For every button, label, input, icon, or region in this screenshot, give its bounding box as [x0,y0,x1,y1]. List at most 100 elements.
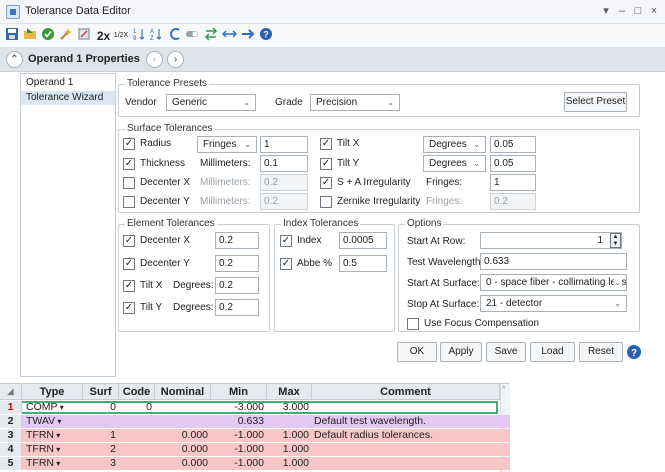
previous-operand-icon[interactable]: ‹ [146,51,163,68]
cell-nominal[interactable]: 0.000 [155,443,211,456]
cell-max[interactable] [267,415,312,428]
cell-nominal[interactable] [155,415,211,428]
table-row[interactable]: 4 TFRN ▾ 2 0.000 -1.000 1.000 [0,443,510,456]
tilt-x-unit-dropdown[interactable]: Degrees ⌄ [423,136,486,153]
cell-type[interactable]: TWAV ▾ [22,415,83,428]
element-decenter-y-checkbox[interactable]: ✓ [123,258,135,270]
ok-button[interactable]: OK [397,342,437,362]
select-preset-button[interactable]: Select Preset [564,92,627,112]
cell-type[interactable]: TFRN ▾ [22,429,83,442]
cell-min[interactable]: -1.000 [211,457,267,470]
cell-nominal[interactable]: 0.000 [155,457,211,470]
element-tilt-y-checkbox[interactable]: ✓ [123,302,135,314]
abbe-value-input[interactable]: 0.5 [339,255,387,272]
stop-at-surface-dropdown[interactable]: 21 - detector ⌄ [480,295,627,312]
table-row[interactable]: 2 TWAV ▾ 0.633 Default test wavelength. [0,415,510,428]
load-icon[interactable] [23,27,37,45]
cell-surf[interactable]: 2 [83,443,119,456]
next-operand-icon[interactable]: › [167,51,184,68]
wizard-icon[interactable] [59,27,73,45]
swap-icon[interactable] [204,27,218,45]
sa-irregularity-value-input[interactable]: 1 [490,174,536,191]
type-dropdown-icon[interactable]: ▾ [58,403,64,412]
sa-irregularity-checkbox[interactable]: ✓ [320,177,332,189]
help-icon[interactable]: ? [626,344,642,360]
cell-code[interactable]: 0 [119,401,155,414]
cell-type[interactable]: TFRN ▾ [22,457,83,470]
type-dropdown-icon[interactable]: ▾ [54,445,60,454]
radius-checkbox[interactable]: ✓ [123,138,135,150]
menu-dropdown-icon[interactable]: ▾ [598,3,614,19]
tilt-y-unit-dropdown[interactable]: Degrees ⌄ [423,155,486,172]
start-at-surface-dropdown[interactable]: 0 - space fiber - collimating lens ⌄ [480,274,627,291]
apply-button[interactable]: Apply [440,342,482,362]
type-dropdown-icon[interactable]: ▾ [54,459,60,468]
cell-max[interactable]: 1.000 [267,443,312,456]
decenter-y-value-input[interactable]: 0.2 [260,193,308,210]
undo-icon[interactable] [168,27,182,45]
cell-code[interactable] [119,415,155,428]
radius-value-input[interactable]: 1 [260,136,308,153]
element-tilt-y-input[interactable]: 0.2 [215,299,259,316]
type-dropdown-icon[interactable]: ▾ [55,417,61,426]
table-row[interactable]: 5 TFRN ▾ 3 0.000 -1.000 1.000 [0,457,510,470]
decenter-x-checkbox[interactable] [123,177,135,189]
index-value-input[interactable]: 0.0005 [339,232,387,249]
cell-surf[interactable]: 0 [83,401,119,414]
cell-comment[interactable]: Default test wavelength. [312,415,500,428]
sort-ascending-icon[interactable]: 19 [133,27,147,45]
cell-type[interactable]: TFRN ▾ [22,443,83,456]
cell-code[interactable] [119,457,155,470]
cell-code[interactable] [119,443,155,456]
row-number[interactable]: 1 [0,401,22,414]
table-row[interactable]: 1 COMP ▾ 0 0 -3.000 3.000 [0,401,498,414]
row-number[interactable]: 5 [0,457,22,470]
collapse-icon[interactable]: ⌃ [6,51,23,68]
tilt-y-value-input[interactable]: 0.05 [490,155,536,172]
row-spinner-icon[interactable]: ▲ ▼ [610,233,621,248]
element-tilt-x-input[interactable]: 0.2 [215,277,259,294]
load-button[interactable]: Load [530,342,575,362]
arrow-right-icon[interactable] [241,27,255,45]
cell-surf[interactable] [83,415,119,428]
start-at-row-input[interactable]: 1 [480,232,622,249]
cell-max[interactable]: 1.000 [267,429,312,442]
close-icon[interactable]: × [646,3,662,19]
cell-max[interactable]: 3.000 [267,401,312,414]
element-decenter-x-checkbox[interactable]: ✓ [123,235,135,247]
reset-button[interactable]: Reset [579,342,623,362]
cell-comment[interactable]: Default radius tolerances. [312,429,500,442]
cell-code[interactable] [119,429,155,442]
cell-min[interactable]: -3.000 [211,401,267,414]
grade-dropdown[interactable]: Precision ⌄ [310,94,400,111]
minimize-icon[interactable]: – [614,3,630,19]
cell-min[interactable]: -1.000 [211,429,267,442]
cell-min[interactable]: -1.000 [211,443,267,456]
test-wavelength-input[interactable]: 0.633 [480,253,627,270]
save-icon[interactable] [5,27,19,45]
abbe-checkbox[interactable]: ✓ [280,258,292,270]
row-number[interactable]: 2 [0,415,22,428]
decenter-x-value-input[interactable]: 0.2 [260,174,308,191]
thickness-checkbox[interactable]: ✓ [123,158,135,170]
cell-surf[interactable]: 1 [83,429,119,442]
nav-item-operand-1[interactable]: Operand 1 [21,76,115,90]
zoom-half-button[interactable]: 1/2X [112,27,130,45]
save-button[interactable]: Save [486,342,526,362]
scroll-up-icon[interactable]: ^ [502,386,505,393]
cell-surf[interactable]: 3 [83,457,119,470]
cell-comment[interactable] [312,457,500,470]
nav-item-tolerance-wizard[interactable]: Tolerance Wizard [21,91,115,105]
cell-nominal[interactable] [155,401,211,414]
help-icon[interactable]: ? [259,27,273,45]
cell-type[interactable]: COMP ▾ [22,401,83,414]
row-number[interactable]: 3 [0,429,22,442]
row-number[interactable]: 4 [0,443,22,456]
expand-icon[interactable] [222,27,237,45]
zoom-2x-button[interactable]: 2x [96,27,111,45]
type-dropdown-icon[interactable]: ▾ [54,431,60,440]
zernike-irregularity-checkbox[interactable] [320,196,332,208]
element-tilt-x-checkbox[interactable]: ✓ [123,280,135,292]
check-icon[interactable] [41,27,55,45]
radius-unit-dropdown[interactable]: Fringes ⌄ [197,136,257,153]
